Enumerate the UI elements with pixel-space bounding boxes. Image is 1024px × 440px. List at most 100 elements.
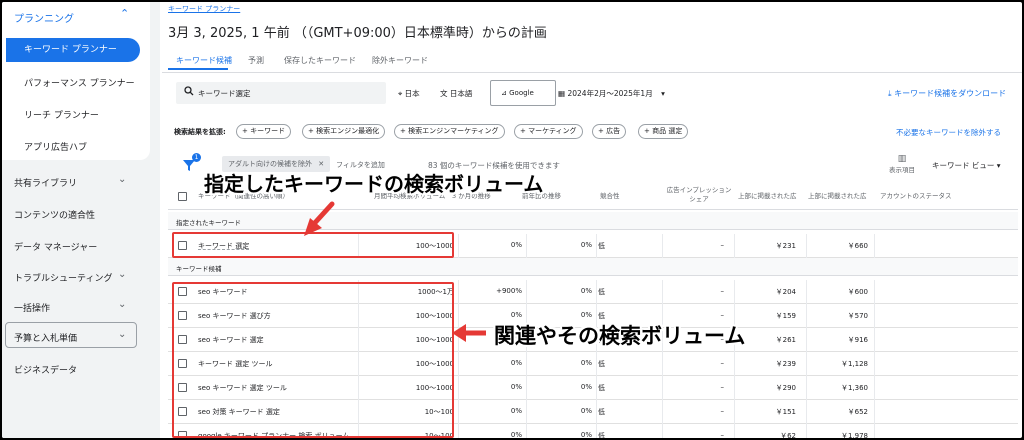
breadcrumb[interactable]: キーワード プランナー [168,4,240,14]
sidebar-section-business-data[interactable]: ビジネスデータ [14,363,77,376]
column-header-bid-low[interactable]: 上部に掲載された広 [738,190,797,200]
sidebar-group-title[interactable]: プランニング [14,10,74,25]
chevron-down-icon[interactable]: ⌄ [118,329,126,340]
network-icon: ⊿ [501,89,507,97]
column-divider [526,376,527,400]
refine-chip[interactable]: + 検索エンジン最適化 [302,124,386,139]
column-divider [806,376,807,400]
cell-bid-high: ￥1,978 [840,432,868,438]
remove-keywords-link[interactable]: 不必要なキーワードを除外する [896,127,1001,138]
cell-competition: 低 [598,432,605,438]
sidebar-section-content-suitability[interactable]: コンテンツの適合性 [14,208,95,221]
section-band [168,212,1018,230]
sidebar-section-troubleshooting[interactable]: トラブルシューティング [14,271,112,284]
location-pin-icon: ⌖ [398,89,403,98]
section-label-ideas: キーワード候補 [176,265,222,273]
cell-impression: – [720,383,725,391]
search-input[interactable] [198,85,378,101]
column-header-impression-share[interactable]: 広告インプレッション シェア [666,186,732,204]
sidebar-item-reach-planner[interactable]: リーチ プランナー [24,108,99,121]
keyword-view-selector[interactable]: キーワード ビュー ▾ [932,160,1001,171]
search-box[interactable] [176,82,386,104]
sidebar-item-keyword-planner[interactable]: キーワード プランナー [6,38,140,62]
column-divider [526,400,527,424]
tab-negative-keywords[interactable]: 除外キーワード [372,55,428,66]
column-divider [458,424,459,438]
tab-forecast[interactable]: 予測 [248,55,264,66]
sidebar-section-data-manager[interactable]: データ マネージャー [14,240,97,253]
refine-chip[interactable]: + マーケティング [514,124,583,139]
column-divider [874,234,875,258]
column-divider [596,400,597,424]
column-divider [458,352,459,376]
cell-impression: – [720,431,725,438]
cell-competition: 低 [598,360,605,368]
download-icon: ⤓ [888,89,892,98]
cell-three-month: 0% [510,407,522,415]
column-divider [596,424,597,438]
chevron-down-icon[interactable]: ⌄ [118,299,126,310]
chevron-down-icon[interactable]: ⌄ [118,269,126,280]
column-divider [526,424,527,438]
column-divider [662,400,663,424]
cell-impression: – [720,287,725,295]
sidebar-item-performance-planner[interactable]: パフォーマンス プランナー [24,76,135,89]
chevron-down-icon[interactable]: ⌄ [118,174,126,185]
cell-three-month: 0% [510,383,522,391]
cell-bid-low: ￥239 [775,360,796,368]
column-divider [734,352,735,376]
refine-label: 検索結果を拡張: [174,128,226,136]
tab-saved-keywords[interactable]: 保存したキーワード [284,55,356,66]
chip-label: 検索エンジン最適化 [316,127,380,135]
select-all-checkbox[interactable] [178,192,187,201]
caret-down-icon: ▾ [661,89,665,98]
cell-three-month: +900% [496,287,522,295]
chip-label: マーケティング [528,127,577,135]
sidebar-item-app-ads-hub[interactable]: アプリ広告ハブ [24,140,87,153]
column-divider [596,352,597,376]
column-header-competition[interactable]: 競合性 [600,190,620,200]
cell-bid-low: ￥231 [775,242,796,250]
close-icon[interactable]: ✕ [318,160,324,168]
column-divider [458,400,459,424]
columns-button[interactable]: ▥ 表示項目 [882,154,922,174]
refine-bar: 検索結果を拡張: + キーワード + 検索エンジン最適化 + 検索エンジンマーケ… [168,122,1018,142]
download-button[interactable]: ⤓ キーワード候補をダウンロード [888,88,1006,99]
column-divider [596,280,597,304]
cell-impression: – [720,407,725,415]
cell-three-month: 0% [510,359,522,367]
cell-bid-high: ￥1,128 [840,360,868,368]
cell-yoy: 0% [580,311,592,319]
cell-impression: – [720,359,725,367]
column-divider [526,352,527,376]
column-divider [526,234,527,258]
location-label: 日本 [404,89,420,98]
tab-keyword-ideas[interactable]: キーワード候補 [176,55,232,66]
column-header-account-status[interactable]: アカウントのステータス [880,190,952,200]
download-label: キーワード候補をダウンロード [894,89,1007,98]
chevron-up-icon[interactable]: ⌃ [120,7,129,20]
column-divider [806,400,807,424]
sidebar-section-budgets-bids[interactable]: 予算と入札単価 [14,331,77,344]
refine-chip[interactable]: + 検索エンジンマーケティング [394,124,505,139]
column-divider [596,234,597,258]
refine-chip[interactable]: + 広告 [592,124,627,139]
column-divider [526,280,527,304]
annotation-box-ideas [172,282,454,438]
network-selector[interactable]: ⊿ Google [490,80,556,106]
sidebar-section-bulk-actions[interactable]: 一括操作 [14,301,50,314]
date-range-selector[interactable]: ▦ 2024年2月～2025年1月 ▾ [558,88,665,99]
arrow-down-left-icon [304,201,335,236]
column-divider [806,424,807,438]
cell-bid-high: ￥660 [847,242,868,250]
sidebar-planning-group: プランニング ⌃ キーワード プランナー パフォーマンス プランナー リーチ プ… [2,2,150,160]
sidebar-section-shared-library[interactable]: 共有ライブラリ [14,176,77,189]
refine-chip[interactable]: + 商品 選定 [638,124,689,139]
refine-chip[interactable]: + キーワード [236,124,292,139]
chip-label: 広告 [606,127,621,135]
location-selector[interactable]: ⌖ 日本 [398,88,420,99]
annotation-text-right: 関連やその検索ボリューム [494,324,746,348]
language-selector[interactable]: 文 日本語 [440,88,472,99]
column-divider [458,376,459,400]
column-header-bid-high[interactable]: 上部に掲載された広 [808,190,867,200]
